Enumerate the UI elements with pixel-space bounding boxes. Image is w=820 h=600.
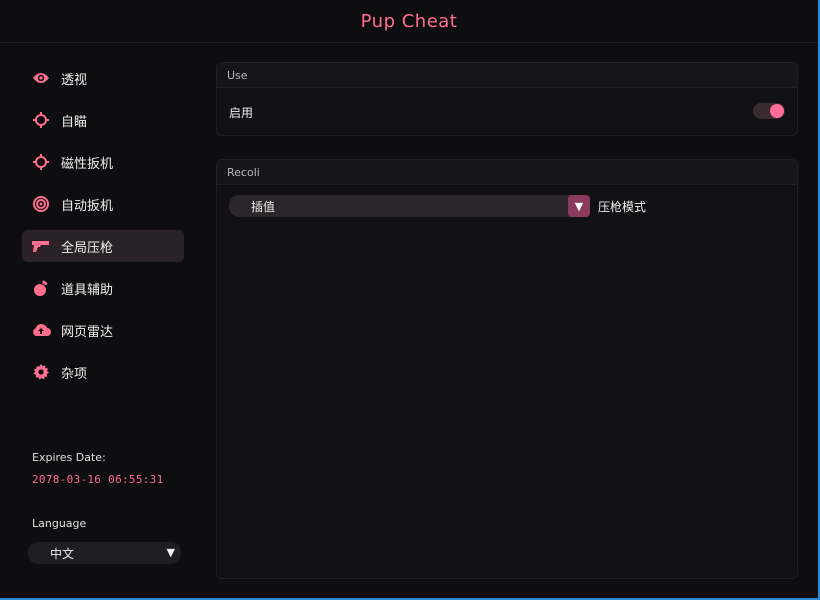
- toggle-knob: [770, 104, 784, 118]
- dropdown-button[interactable]: ▼: [568, 195, 590, 217]
- sidebar-item-aimbot[interactable]: 自瞄: [22, 104, 184, 136]
- sidebar-item-label: 自动扳机: [61, 198, 114, 214]
- sidebar-item-label: 全局压枪: [61, 240, 114, 256]
- sidebar-item-label: 自瞄: [61, 114, 88, 130]
- recoil-panel-header: Recoli: [217, 160, 797, 185]
- sidebar-item-label: 磁性扳机: [61, 156, 114, 172]
- sidebar-item-label: 透视: [61, 72, 88, 88]
- recoil-mode-label: 压枪模式: [598, 200, 647, 214]
- sidebar-item-esp[interactable]: 透视: [22, 62, 184, 94]
- sidebar-item-recoil-control[interactable]: 全局压枪: [22, 230, 184, 262]
- enable-toggle[interactable]: [753, 103, 785, 119]
- sidebar-item-grenade-helper[interactable]: 道具辅助: [22, 272, 184, 304]
- target-icon: [31, 194, 51, 214]
- app-window: Pup Cheat 透视 自瞄 磁性扳机 自动扳机 全局压枪 道具辅助 网页雷达…: [0, 0, 820, 600]
- language-label: Language: [32, 517, 87, 530]
- gun-icon: [31, 236, 51, 256]
- chevron-down-icon: ▼: [166, 546, 175, 559]
- sidebar: 透视 自瞄 磁性扳机 自动扳机 全局压枪 道具辅助 网页雷达 杂项 Expire…: [0, 42, 200, 598]
- recoil-panel: Recoli 插值 ▼ 压枪模式: [216, 159, 798, 579]
- enable-row: 启用: [217, 88, 797, 136]
- app-title: Pup Cheat: [360, 10, 458, 32]
- recoil-mode-value: 插值: [251, 199, 276, 214]
- crosshair-icon: [31, 152, 51, 172]
- sidebar-item-misc[interactable]: 杂项: [22, 356, 184, 388]
- sidebar-item-label: 网页雷达: [61, 324, 114, 340]
- recoil-mode-select[interactable]: 插值 ▼: [229, 195, 590, 217]
- crosshair-icon: [31, 110, 51, 130]
- eye-icon: [31, 68, 51, 88]
- sidebar-item-web-radar[interactable]: 网页雷达: [22, 314, 184, 346]
- cloud-upload-icon: [31, 320, 51, 340]
- title-bar[interactable]: Pup Cheat: [0, 0, 818, 43]
- sidebar-item-label: 道具辅助: [61, 282, 114, 298]
- use-panel: Use 启用: [216, 62, 798, 136]
- expires-value: 2078-03-16 06:55:31: [32, 473, 164, 486]
- language-value: 中文: [50, 546, 75, 561]
- sidebar-item-auto-trigger[interactable]: 自动扳机: [22, 188, 184, 220]
- grenade-icon: [31, 278, 51, 298]
- sidebar-item-label: 杂项: [61, 366, 88, 382]
- sidebar-item-magnetic-trigger[interactable]: 磁性扳机: [22, 146, 184, 178]
- use-panel-header: Use: [217, 63, 797, 88]
- gear-icon: [31, 362, 51, 382]
- enable-label: 启用: [229, 105, 254, 120]
- recoil-mode-row: 插值 ▼ 压枪模式: [217, 185, 797, 229]
- chevron-down-icon: ▼: [574, 199, 584, 213]
- expires-label: Expires Date:: [32, 451, 106, 464]
- language-select[interactable]: 中文 ▼: [28, 542, 181, 564]
